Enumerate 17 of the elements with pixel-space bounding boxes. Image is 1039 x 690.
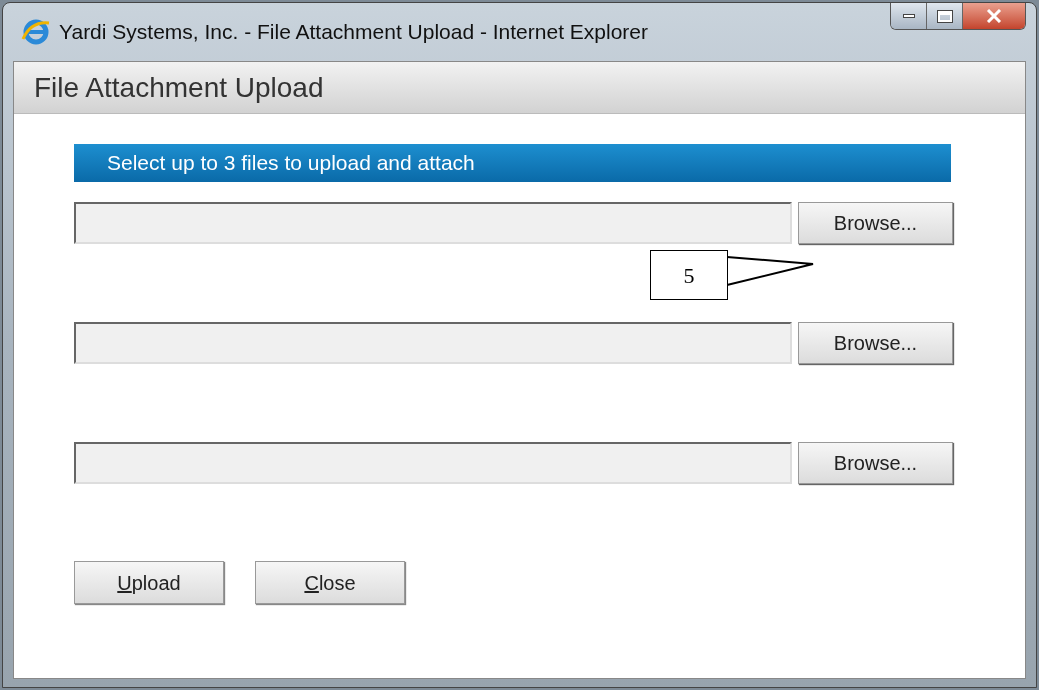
window-title: Yardi Systems, Inc. - File Attachment Upload - Internet Explorer: [59, 19, 648, 46]
browser-e-icon: [21, 17, 51, 47]
minimize-button[interactable]: [891, 3, 927, 29]
browse-button[interactable]: Browse...: [798, 202, 953, 244]
browse-button[interactable]: Browse...: [798, 442, 953, 484]
browse-button[interactable]: Browse...: [798, 322, 953, 364]
file-path-field[interactable]: [74, 202, 792, 244]
maximize-button[interactable]: [927, 3, 963, 29]
banner-text: Select up to 3 files to upload and attach: [107, 150, 475, 177]
dialog-button[interactable]: Close: [255, 561, 405, 604]
file-path-field[interactable]: [74, 442, 792, 484]
dialog-heading: File Attachment Upload: [34, 70, 324, 105]
dialog-button[interactable]: Upload: [74, 561, 224, 604]
close-icon: [986, 9, 1002, 23]
file-path-field[interactable]: [74, 322, 792, 364]
close-button[interactable]: [963, 3, 1025, 29]
callout-number: 5: [683, 261, 695, 290]
